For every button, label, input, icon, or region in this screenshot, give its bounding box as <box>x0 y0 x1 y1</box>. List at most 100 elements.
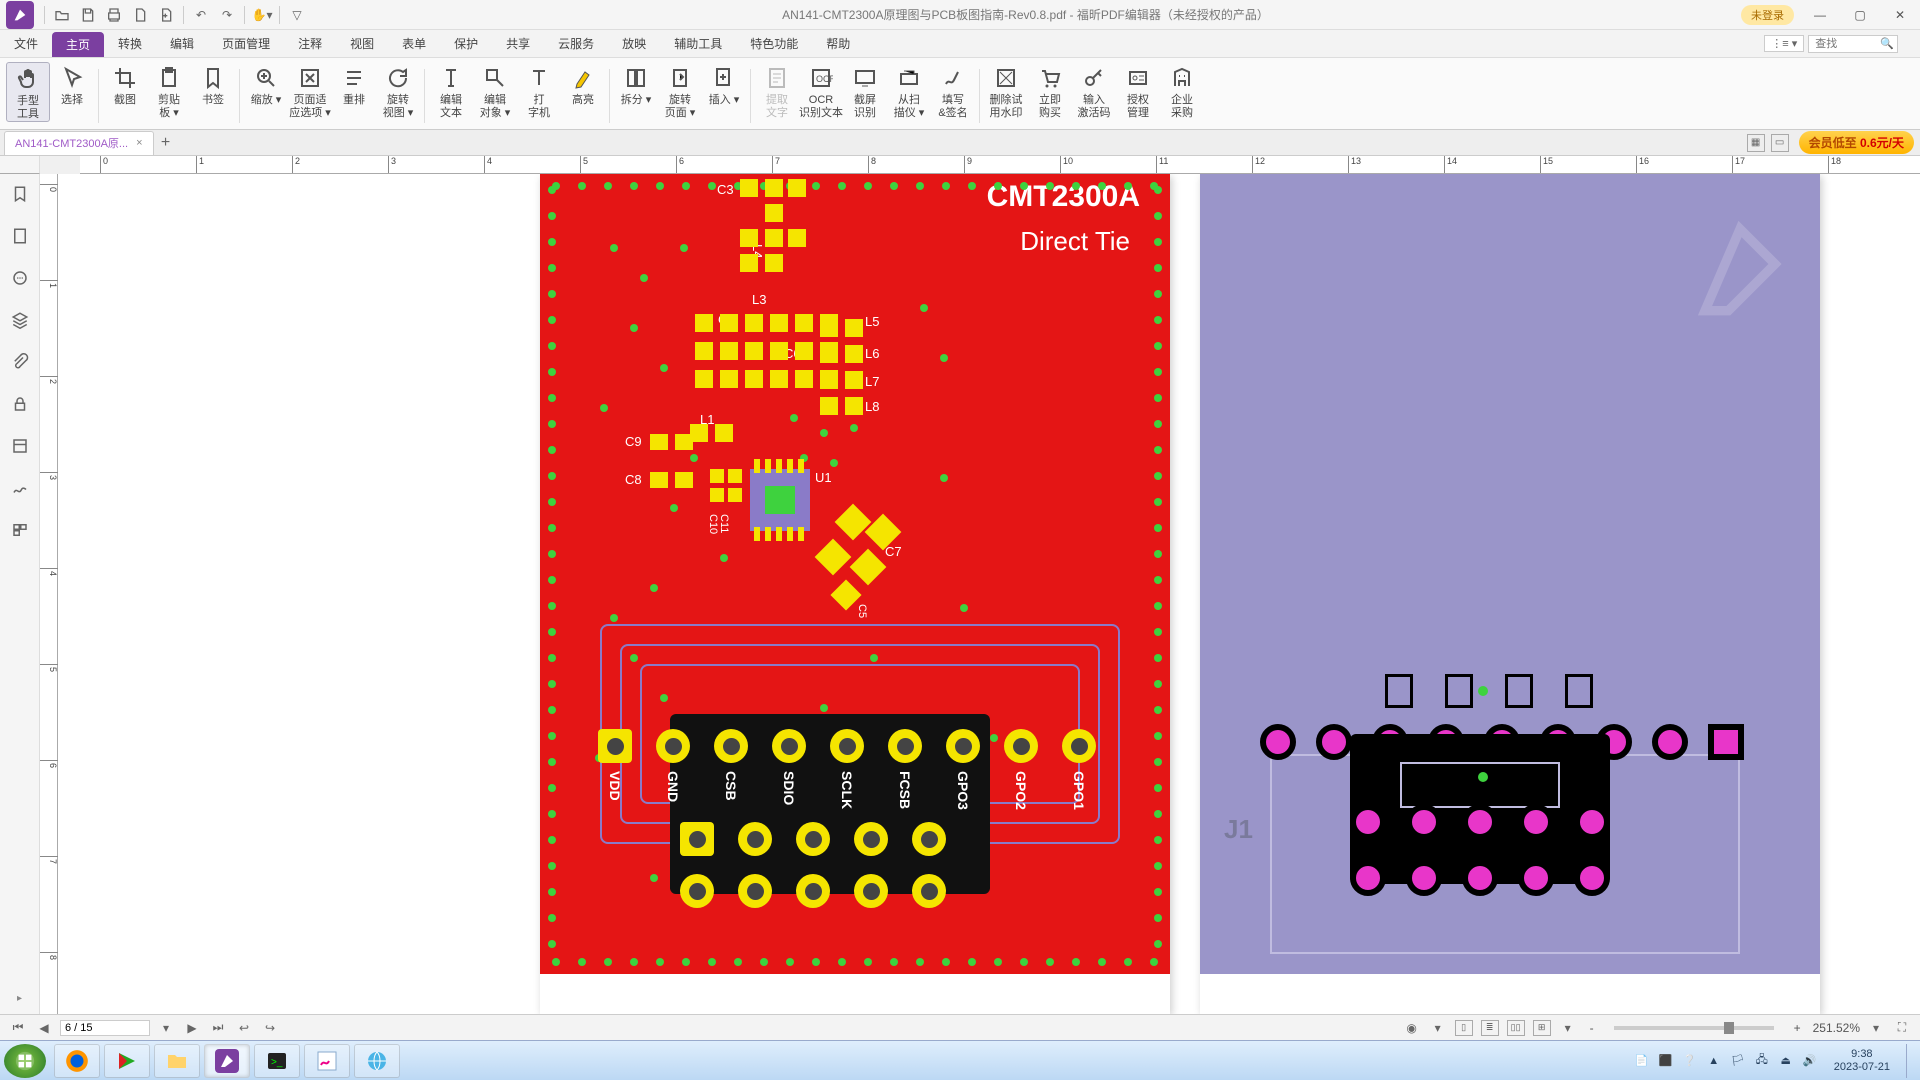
menu-页面管理[interactable]: 页面管理 <box>208 30 284 57</box>
tray-icon-up[interactable]: ▲ <box>1706 1053 1722 1069</box>
more-panel-icon[interactable] <box>8 518 32 542</box>
taskbar-app-explorer[interactable] <box>154 1044 200 1078</box>
fullscreen-icon[interactable]: ⛶ <box>1892 1020 1912 1035</box>
new-tab-button[interactable]: + <box>154 134 178 152</box>
tray-icon-vol[interactable]: 🔊 <box>1802 1053 1818 1069</box>
taskbar-app-paint[interactable] <box>304 1044 350 1078</box>
tool-highlight[interactable]: 高亮 <box>561 62 605 107</box>
open-icon[interactable] <box>49 2 75 28</box>
tray-icon-usb[interactable]: ⏏ <box>1778 1053 1794 1069</box>
tool-fit[interactable]: 页面适 应选项 ▾ <box>288 62 332 120</box>
document-canvas[interactable]: 012345678 CMT2300A Direct Tie C3 L4 L3 C… <box>40 174 1920 1014</box>
taskbar-app-browser[interactable] <box>354 1044 400 1078</box>
membership-promo-badge[interactable]: 会员低至 0.6元/天 <box>1799 131 1914 154</box>
page-number-input[interactable] <box>60 1020 150 1036</box>
tab-close-icon[interactable]: × <box>136 137 142 149</box>
tool-rotate[interactable]: 旋转 视图 ▾ <box>376 62 420 120</box>
tool-enterprise[interactable]: 企业 采购 <box>1160 62 1204 120</box>
start-button[interactable] <box>4 1044 46 1078</box>
zoom-dd-icon[interactable]: ▾ <box>1866 1021 1886 1035</box>
tool-screen-ocr[interactable]: 截屏 识别 <box>843 62 887 120</box>
menu-帮助[interactable]: 帮助 <box>812 30 864 57</box>
tool-insert[interactable]: 插入 ▾ <box>702 62 746 107</box>
fit-visible-icon[interactable]: ◉ <box>1402 1021 1422 1035</box>
tool-scanner[interactable]: 从扫 描仪 ▾ <box>887 62 931 120</box>
maximize-button[interactable]: ▢ <box>1840 0 1880 30</box>
tool-rotate-page[interactable]: 旋转 页面 ▾ <box>658 62 702 120</box>
tool-cursor[interactable]: 选择 <box>50 62 94 107</box>
tray-icon-2[interactable]: ⬛ <box>1658 1053 1674 1069</box>
zoom-minus-button[interactable]: - <box>1584 1021 1600 1035</box>
tray-icon-net[interactable]: 🖧 <box>1754 1053 1770 1069</box>
tool-split[interactable]: 拆分 ▾ <box>614 62 658 107</box>
panel-expand-icon[interactable]: ▸ <box>17 993 22 1004</box>
menu-放映[interactable]: 放映 <box>608 30 660 57</box>
tool-watermark[interactable]: 删除试 用水印 <box>984 62 1028 120</box>
menu-云服务[interactable]: 云服务 <box>544 30 608 57</box>
zoom-plus-button[interactable]: + <box>1788 1021 1807 1035</box>
signature-panel-icon[interactable] <box>8 476 32 500</box>
menu-共享[interactable]: 共享 <box>492 30 544 57</box>
menu-保护[interactable]: 保护 <box>440 30 492 57</box>
nav-fwd-button[interactable]: ↪ <box>260 1021 280 1035</box>
view-continuous-icon[interactable]: ≣ <box>1481 1020 1499 1036</box>
menu-表单[interactable]: 表单 <box>388 30 440 57</box>
menu-视图[interactable]: 视图 <box>336 30 388 57</box>
comments-panel-icon[interactable] <box>8 266 32 290</box>
save-icon[interactable] <box>75 2 101 28</box>
qat-dropdown-icon[interactable]: ▽ <box>284 2 310 28</box>
tool-reflow[interactable]: 重排 <box>332 62 376 107</box>
layers-panel-icon[interactable] <box>8 308 32 332</box>
tool-type[interactable]: 打 字机 <box>517 62 561 120</box>
first-page-button[interactable]: ⏮ <box>8 1020 28 1035</box>
tool-edit-obj[interactable]: 编辑 对象 ▾ <box>473 62 517 120</box>
tool-key[interactable]: 输入 激活码 <box>1072 62 1116 120</box>
search-icon[interactable]: 🔍 <box>1880 37 1894 50</box>
taskbar-app-foxit[interactable] <box>204 1044 250 1078</box>
tray-icon-1[interactable]: 📄 <box>1634 1053 1650 1069</box>
tool-ocr[interactable]: OCROCR 识别文本 <box>799 62 843 120</box>
minimize-button[interactable]: ― <box>1800 0 1840 30</box>
menu-主页[interactable]: 主页 <box>52 32 104 57</box>
taskbar-app-terminal[interactable]: >_ <box>254 1044 300 1078</box>
search-scope-dropdown[interactable]: ⋮≡ ▾ <box>1764 35 1804 52</box>
menu-辅助工具[interactable]: 辅助工具 <box>660 30 736 57</box>
new-doc-icon[interactable] <box>127 2 153 28</box>
tool-edit-text[interactable]: 编辑 文本 <box>429 62 473 120</box>
zoom-slider-thumb[interactable] <box>1724 1022 1734 1034</box>
print-icon[interactable] <box>101 2 127 28</box>
view-facing-icon[interactable]: ▯▯ <box>1507 1020 1525 1036</box>
view-single-icon[interactable]: ▯ <box>1455 1020 1473 1036</box>
tool-clipboard[interactable]: 剪贴 板 ▾ <box>147 62 191 120</box>
menu-转换[interactable]: 转换 <box>104 30 156 57</box>
fit-dd-icon[interactable]: ▾ <box>1428 1021 1448 1035</box>
tray-icon-flag[interactable]: 🏳 <box>1730 1053 1746 1069</box>
attachments-panel-icon[interactable] <box>8 350 32 374</box>
menu-文件[interactable]: 文件 <box>0 30 52 57</box>
redo-icon[interactable]: ↷ <box>214 2 240 28</box>
prev-page-button[interactable]: ◀ <box>34 1021 54 1035</box>
bookmark-panel-icon[interactable] <box>8 182 32 206</box>
tool-license[interactable]: 授权 管理 <box>1116 62 1160 120</box>
tool-sign[interactable]: 填写 &签名 <box>931 62 975 120</box>
fields-panel-icon[interactable] <box>8 434 32 458</box>
page-dropdown-icon[interactable]: ▾ <box>156 1021 176 1035</box>
taskbar-clock[interactable]: 9:38 2023-07-21 <box>1834 1048 1890 1074</box>
next-page-button[interactable]: ▶ <box>182 1021 202 1035</box>
tool-zoom[interactable]: 缩放 ▾ <box>244 62 288 107</box>
zoom-slider[interactable] <box>1614 1026 1774 1030</box>
view-single-icon[interactable]: ▭ <box>1771 134 1789 152</box>
touch-mode-icon[interactable]: ✋▾ <box>249 2 275 28</box>
view-facing-cont-icon[interactable]: ⊞ <box>1533 1020 1551 1036</box>
taskbar-app-2[interactable] <box>104 1044 150 1078</box>
show-desktop-button[interactable] <box>1906 1044 1916 1078</box>
tool-bookmark[interactable]: 书签 <box>191 62 235 107</box>
tool-hand[interactable]: 手型 工具 <box>6 62 50 122</box>
menu-注释[interactable]: 注释 <box>284 30 336 57</box>
undo-icon[interactable]: ↶ <box>188 2 214 28</box>
taskbar-app-firefox[interactable] <box>54 1044 100 1078</box>
tool-crop[interactable]: 截图 <box>103 62 147 107</box>
menu-编辑[interactable]: 编辑 <box>156 30 208 57</box>
zoom-value[interactable]: 251.52% <box>1813 1021 1860 1035</box>
security-panel-icon[interactable] <box>8 392 32 416</box>
